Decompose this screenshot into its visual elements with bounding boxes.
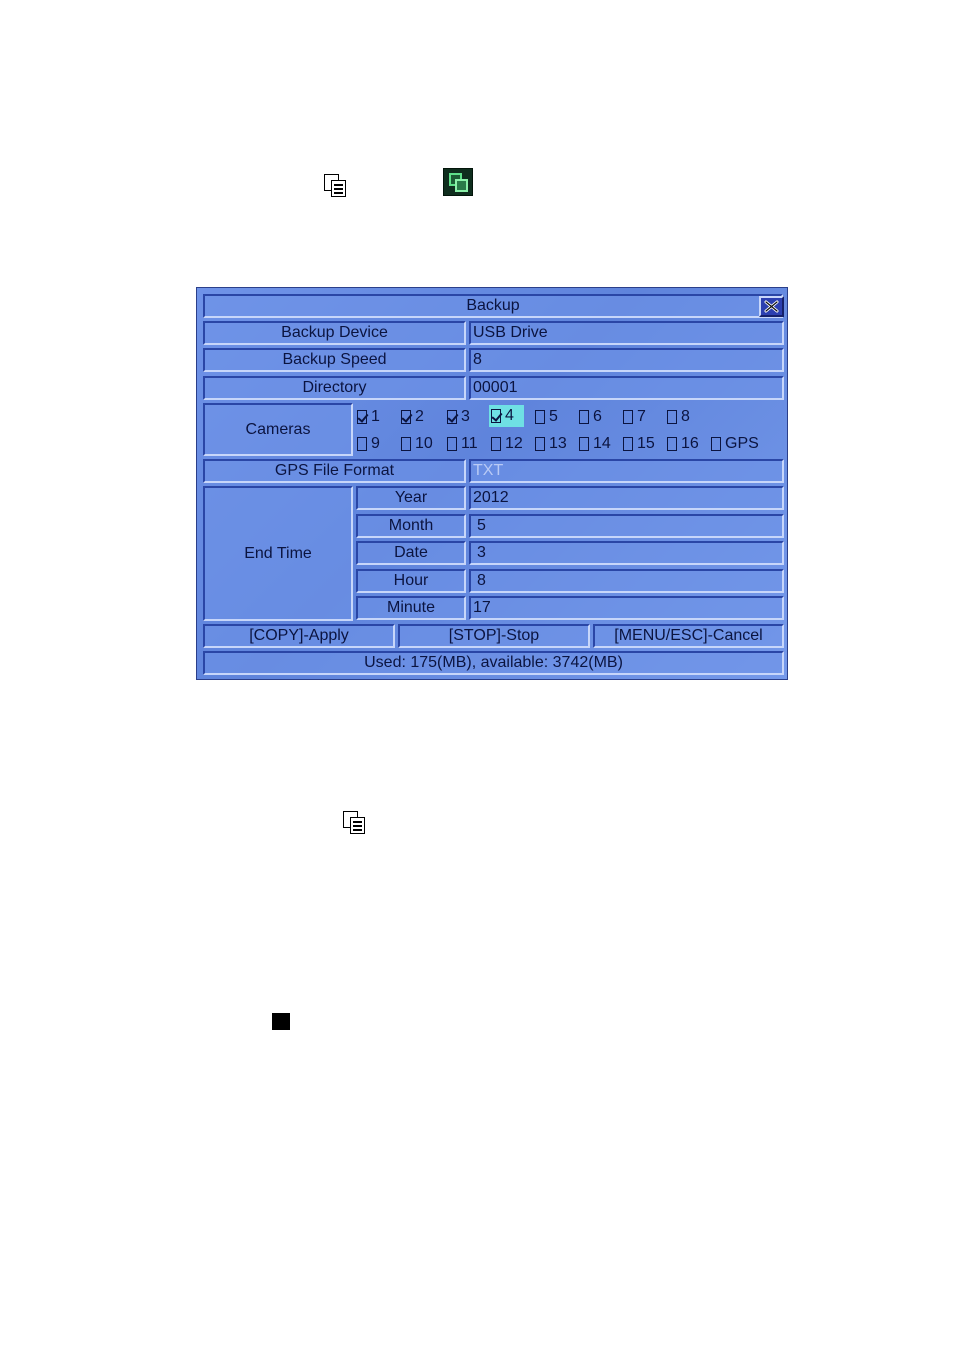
end-time-year-label: Year — [356, 486, 466, 510]
checkbox-empty-icon — [623, 437, 633, 451]
backup-device-label: Backup Device — [203, 321, 466, 345]
camera-checkbox-6[interactable]: 6 — [579, 406, 602, 428]
checkbox-empty-icon — [447, 437, 457, 451]
end-time-date-label: Date — [356, 541, 466, 565]
checkbox-checked-icon — [491, 409, 501, 423]
camera-checkbox-13[interactable]: 13 — [535, 433, 567, 455]
end-time-year-value[interactable]: 2012 — [469, 486, 784, 510]
close-button[interactable] — [759, 296, 784, 317]
camera-checkbox-16[interactable]: 16 — [667, 433, 699, 455]
checkbox-empty-icon — [535, 437, 545, 451]
gps-file-format-label: GPS File Format — [203, 459, 466, 483]
checkbox-empty-icon — [357, 437, 367, 451]
camera-checkbox-14[interactable]: 14 — [579, 433, 611, 455]
close-icon — [764, 300, 779, 313]
checkbox-checked-icon — [447, 410, 457, 424]
dialog-title: Backup — [203, 294, 783, 318]
camera-checkbox-3[interactable]: 3 — [447, 406, 470, 428]
checkbox-empty-icon — [667, 437, 677, 451]
camera-checkbox-7[interactable]: 7 — [623, 406, 646, 428]
backup-green-icon — [443, 168, 473, 196]
apply-button[interactable]: [COPY]-Apply — [203, 624, 395, 648]
end-time-label: End Time — [203, 486, 353, 621]
camera-checkbox-1[interactable]: 1 — [357, 406, 380, 428]
stop-button[interactable]: [STOP]-Stop — [398, 624, 590, 648]
camera-checkbox-5[interactable]: 5 — [535, 406, 558, 428]
camera-checkbox-8[interactable]: 8 — [667, 406, 690, 428]
camera-checkbox-group: 1 2 3 4 5 6 7 8 9 10 11 12 13 14 15 16 G… — [355, 404, 783, 456]
checkbox-empty-icon — [491, 437, 501, 451]
checkbox-empty-icon — [579, 437, 589, 451]
directory-value[interactable]: 00001 — [469, 376, 784, 400]
camera-checkbox-12[interactable]: 12 — [491, 433, 523, 455]
gps-file-format-value[interactable]: TXT — [469, 459, 784, 483]
end-time-hour-value[interactable]: 8 — [469, 569, 784, 593]
checkbox-empty-icon — [535, 410, 545, 424]
checkbox-empty-icon — [401, 437, 411, 451]
camera-checkbox-4[interactable]: 4 — [489, 405, 524, 427]
end-time-month-value[interactable]: 5 — [469, 514, 784, 538]
camera-checkbox-10[interactable]: 10 — [401, 433, 433, 455]
end-time-minute-label: Minute — [356, 596, 466, 620]
camera-checkbox-15[interactable]: 15 — [623, 433, 655, 455]
camera-checkbox-gps[interactable]: GPS — [711, 433, 759, 455]
directory-label: Directory — [203, 376, 466, 400]
end-time-minute-value[interactable]: 17 — [469, 596, 784, 620]
backup-dialog: Backup Backup Device USB Drive Backup Sp… — [196, 287, 788, 680]
backup-device-value[interactable]: USB Drive — [469, 321, 784, 345]
checkbox-checked-icon — [401, 410, 411, 424]
backup-speed-label: Backup Speed — [203, 348, 466, 372]
copy-icon — [323, 173, 349, 199]
checkbox-empty-icon — [623, 410, 633, 424]
camera-checkbox-2[interactable]: 2 — [401, 406, 424, 428]
copy-icon — [342, 810, 368, 836]
end-time-month-label: Month — [356, 514, 466, 538]
checkbox-empty-icon — [579, 410, 589, 424]
camera-checkbox-11[interactable]: 11 — [447, 433, 478, 455]
checkbox-empty-icon — [711, 437, 721, 451]
checkbox-empty-icon — [667, 410, 677, 424]
end-time-hour-label: Hour — [356, 569, 466, 593]
backup-speed-value[interactable]: 8 — [469, 348, 784, 372]
checkbox-checked-icon — [357, 410, 367, 424]
camera-checkbox-9[interactable]: 9 — [357, 433, 380, 455]
end-time-date-value[interactable]: 3 — [469, 541, 784, 565]
stop-square-icon — [272, 1013, 290, 1030]
storage-status: Used: 175(MB), available: 3742(MB) — [203, 651, 784, 675]
cameras-label: Cameras — [203, 403, 353, 456]
cancel-button[interactable]: [MENU/ESC]-Cancel — [593, 624, 784, 648]
